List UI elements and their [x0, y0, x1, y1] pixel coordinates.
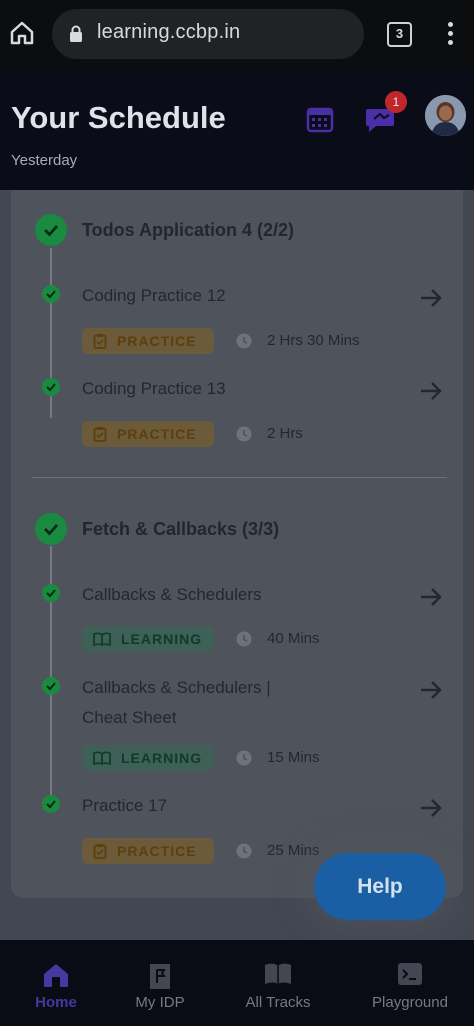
module-title: Todos Application 4 (2/2) — [82, 220, 295, 240]
duration-text: 2 Hrs — [267, 425, 303, 442]
tab-switcher-button[interactable]: 3 — [387, 22, 412, 47]
module-divider — [32, 477, 447, 478]
url-text: learning.ccbp.in — [97, 21, 241, 43]
item-complete-icon — [42, 378, 60, 396]
nav-home[interactable]: Home — [0, 940, 112, 1026]
item-title[interactable]: Callbacks & Schedulers — [82, 580, 262, 610]
overflow-menu-icon[interactable] — [443, 22, 457, 48]
clipboard-icon — [93, 844, 107, 859]
nav-my-idp[interactable]: My IDP — [104, 940, 216, 1026]
learning-tag: LEARNING — [82, 626, 214, 652]
nav-label: All Tracks — [245, 994, 311, 1011]
notification-badge: 1 — [385, 91, 407, 113]
clock-icon — [236, 631, 252, 647]
item-title[interactable]: Coding Practice 12 — [82, 281, 226, 311]
address-bar[interactable]: learning.ccbp.in — [52, 9, 364, 59]
arrow-right-icon[interactable] — [419, 679, 443, 701]
clock-icon — [236, 750, 252, 766]
item-complete-icon — [42, 584, 60, 602]
item-title[interactable]: Coding Practice 13 — [82, 374, 226, 404]
clock-icon — [236, 333, 252, 349]
item-complete-icon — [42, 285, 60, 303]
practice-tag: PRACTICE — [82, 838, 214, 864]
item-title[interactable]: Callbacks & Schedulers | Cheat Sheet — [82, 673, 271, 733]
book-icon — [265, 963, 291, 984]
duration-text: 25 Mins — [267, 842, 320, 859]
nav-label: My IDP — [135, 994, 185, 1011]
help-button[interactable]: Help — [314, 853, 446, 920]
bottom-navigation: Home My IDP All Tracks Playground — [0, 940, 474, 1026]
nav-playground[interactable]: Playground — [352, 940, 468, 1026]
tag-label: LEARNING — [121, 750, 203, 766]
item-title-line1: Callbacks & Schedulers | — [82, 678, 271, 697]
arrow-right-icon[interactable] — [419, 797, 443, 819]
schedule-card: Todos Application 4 (2/2) Coding Practic… — [11, 190, 463, 898]
learning-tag: LEARNING — [82, 745, 214, 771]
arrow-right-icon[interactable] — [419, 380, 443, 402]
tag-label: PRACTICE — [117, 333, 197, 349]
nav-label: Home — [35, 994, 77, 1011]
tag-label: LEARNING — [121, 631, 203, 647]
practice-tag: PRACTICE — [82, 421, 214, 447]
avatar[interactable] — [425, 95, 466, 136]
terminal-icon — [398, 963, 422, 985]
app-header: Your Schedule Yesterday 1 — [0, 70, 474, 190]
practice-tag: PRACTICE — [82, 328, 214, 354]
clipboard-icon — [93, 427, 107, 442]
clock-icon — [236, 426, 252, 442]
book-icon — [93, 751, 111, 765]
tag-label: PRACTICE — [117, 843, 197, 859]
nav-all-tracks[interactable]: All Tracks — [222, 940, 334, 1026]
clipboard-icon — [93, 334, 107, 349]
nav-label: Playground — [372, 994, 448, 1011]
clock-icon — [236, 843, 252, 859]
calendar-icon[interactable] — [305, 104, 335, 134]
flag-icon — [150, 964, 170, 989]
home-icon — [44, 964, 68, 987]
duration-text: 15 Mins — [267, 749, 320, 766]
book-icon — [93, 632, 111, 646]
item-title[interactable]: Practice 17 — [82, 791, 167, 821]
module-complete-icon — [35, 513, 67, 545]
lock-icon — [70, 25, 82, 42]
duration-text: 2 Hrs 30 Mins — [267, 332, 360, 349]
home-icon[interactable] — [8, 19, 36, 47]
page-title: Your Schedule — [11, 100, 226, 135]
item-title-line2: Cheat Sheet — [82, 708, 177, 727]
arrow-right-icon[interactable] — [419, 586, 443, 608]
module-complete-icon — [35, 214, 67, 246]
item-complete-icon — [42, 677, 60, 695]
item-complete-icon — [42, 795, 60, 813]
browser-toolbar: learning.ccbp.in 3 — [0, 0, 474, 70]
tag-label: PRACTICE — [117, 426, 197, 442]
page-subtitle: Yesterday — [11, 152, 78, 169]
duration-text: 40 Mins — [267, 630, 320, 647]
module-title: Fetch & Callbacks (3/3) — [82, 519, 280, 539]
arrow-right-icon[interactable] — [419, 287, 443, 309]
schedule-content: Todos Application 4 (2/2) Coding Practic… — [0, 190, 474, 940]
